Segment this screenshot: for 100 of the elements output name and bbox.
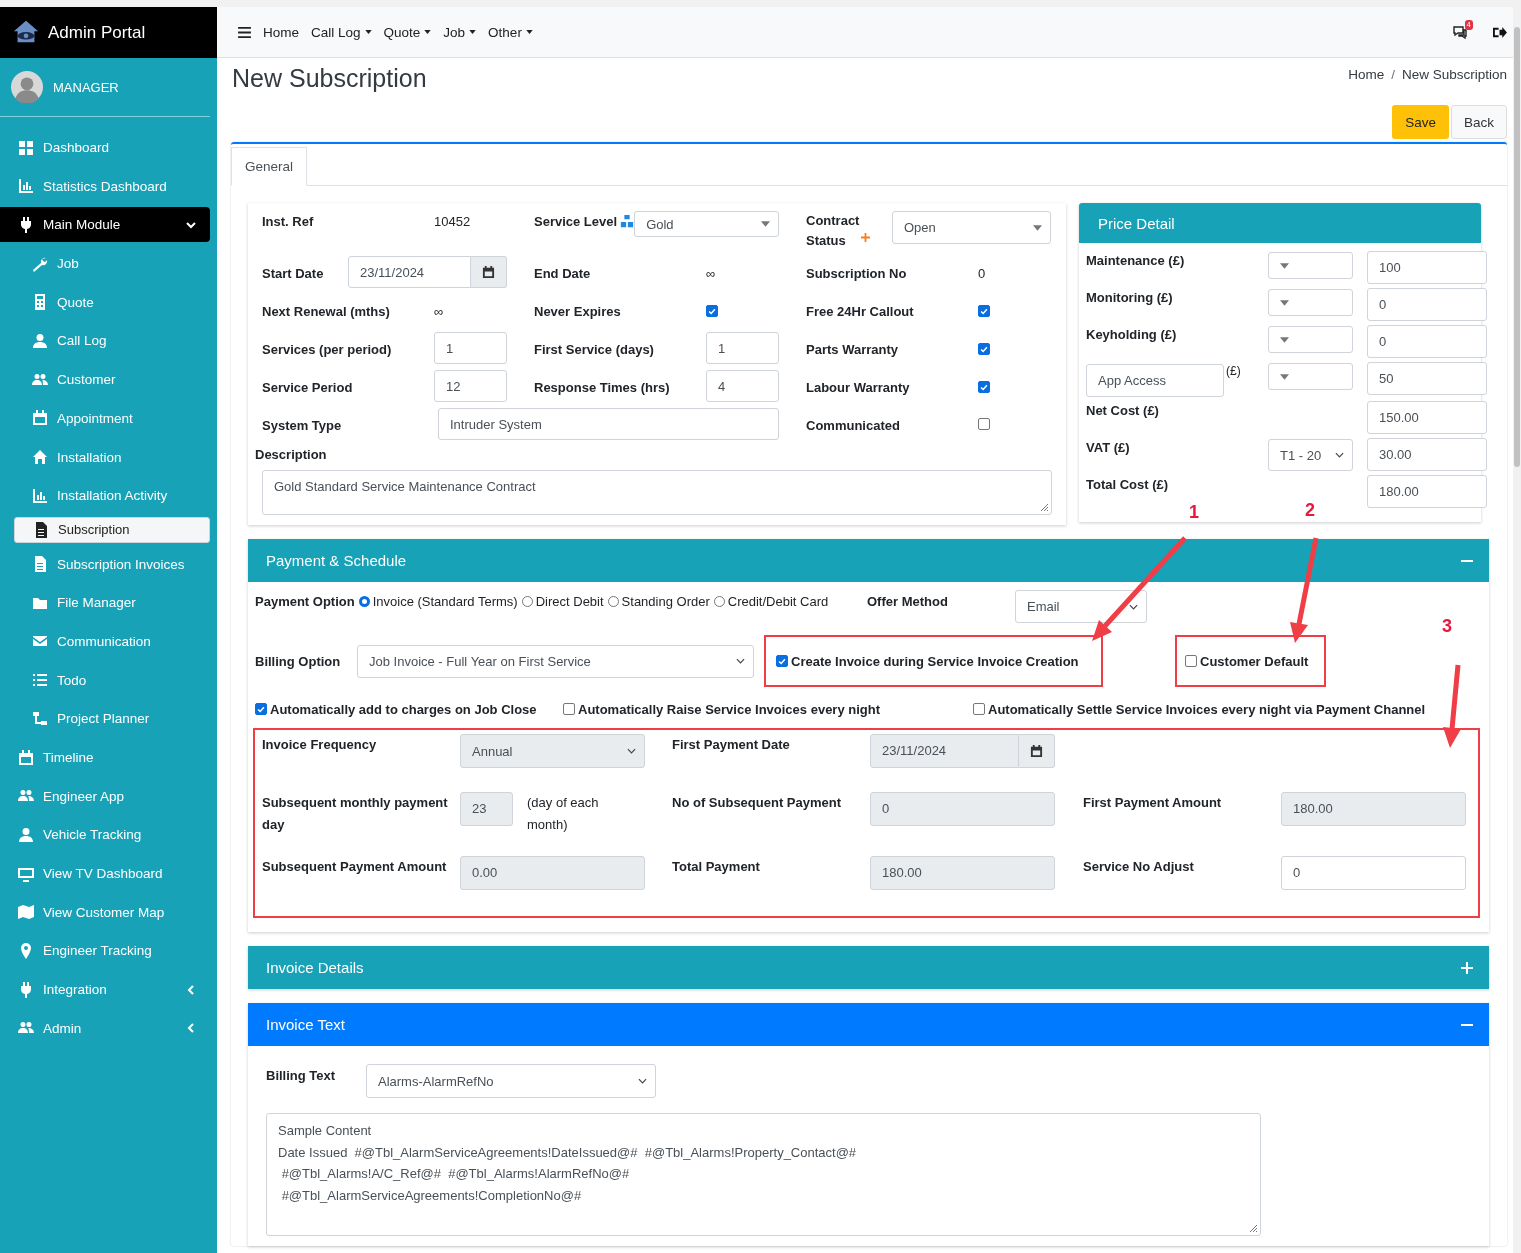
- checkbox[interactable]: [776, 655, 788, 667]
- chat-icon[interactable]: [1452, 24, 1468, 40]
- back-button[interactable]: Back: [1451, 105, 1507, 139]
- dropdown[interactable]: Annual: [460, 734, 645, 768]
- resize-grip-icon[interactable]: [1039, 502, 1049, 512]
- checkbox[interactable]: [978, 381, 990, 393]
- nav-link[interactable]: Call Log: [311, 24, 372, 40]
- breadcrumb-separator: /: [1391, 67, 1395, 82]
- date-field[interactable]: 23/11/2024: [870, 734, 1019, 768]
- person-icon: [18, 826, 34, 843]
- radio-button[interactable]: [358, 596, 370, 607]
- radio-option[interactable]: Credit/Debit Card: [713, 594, 829, 609]
- radio-option[interactable]: Standing Order: [607, 594, 710, 609]
- card-title: Price Detail: [1098, 214, 1175, 232]
- breadcrumb-current: New Subscription: [1401, 67, 1507, 82]
- nav-link[interactable]: Other: [488, 24, 533, 40]
- save-button[interactable]: Save: [1392, 105, 1449, 139]
- caret-icon: [1280, 336, 1289, 343]
- dropdown[interactable]: T1 - 20: [1268, 439, 1353, 471]
- input-field[interactable]: 100: [1367, 251, 1487, 284]
- text-area[interactable]: Gold Standard Service Maintenance Contract: [262, 470, 1052, 515]
- sitemap-icon: [620, 214, 635, 228]
- input-field[interactable]: 150.00: [1367, 401, 1487, 434]
- input-field[interactable]: 1: [434, 332, 507, 364]
- annotation-number: 1: [1189, 502, 1199, 522]
- breadcrumb-link[interactable]: Home: [1348, 67, 1385, 82]
- dropdown[interactable]: Gold: [634, 211, 779, 237]
- chevron-down-icon: [186, 219, 196, 230]
- input-field[interactable]: 0: [1281, 856, 1466, 890]
- input-field[interactable]: 180.00: [1281, 792, 1466, 826]
- plug-icon: [18, 981, 34, 998]
- radio-option[interactable]: Direct Debit: [521, 594, 604, 609]
- checkbox[interactable]: [973, 703, 985, 715]
- resize-grip-icon[interactable]: [1248, 1223, 1258, 1233]
- dropdown[interactable]: Alarms-AlarmRefNo: [366, 1064, 656, 1098]
- checkbox[interactable]: [706, 305, 718, 317]
- panel-header[interactable]: Invoice Text: [248, 1003, 1489, 1046]
- input-field[interactable]: 180.00: [1367, 475, 1487, 508]
- nav-link[interactable]: Job: [443, 24, 477, 40]
- input-field[interactable]: 12: [434, 370, 507, 402]
- sidebar-item[interactable]: Subscription: [14, 516, 210, 543]
- nav-link[interactable]: Quote: [383, 24, 432, 40]
- dropdown[interactable]: Open: [892, 211, 1051, 244]
- input-field[interactable]: 0: [1367, 288, 1487, 321]
- field-label: Parts Warranty: [806, 342, 898, 357]
- document-icon: [32, 556, 48, 573]
- field-label: Service Level: [534, 214, 618, 229]
- bar-chart-icon: [32, 487, 48, 504]
- field-label: Keyholding (£): [1086, 327, 1177, 342]
- input-field[interactable]: 23: [460, 792, 513, 826]
- input-field[interactable]: 30.00: [1367, 438, 1487, 471]
- calendar-button[interactable]: [471, 256, 507, 288]
- dropdown[interactable]: Email: [1015, 590, 1147, 623]
- field-label: VAT (£): [1086, 440, 1130, 455]
- checkbox-option[interactable]: Create Invoice during Service Invoice Creation: [776, 653, 1079, 669]
- dropdown[interactable]: Job Invoice - Full Year on First Service: [357, 644, 754, 678]
- checkbox-option[interactable]: Customer Default: [1185, 653, 1309, 669]
- checkbox[interactable]: [978, 305, 990, 317]
- input-field[interactable]: 180.00: [870, 856, 1055, 890]
- input-field[interactable]: 1: [706, 332, 779, 364]
- calendar-button[interactable]: [1019, 734, 1055, 768]
- logout-icon[interactable]: [1492, 25, 1507, 39]
- checkbox-option[interactable]: Automatically Settle Service Invoices every night via Payment Channel: [973, 701, 1426, 717]
- checkbox[interactable]: [1185, 655, 1197, 667]
- field-label: Response Times (hrs): [534, 380, 670, 395]
- nav-link[interactable]: Home: [263, 24, 299, 40]
- input-field[interactable]: App Access: [1086, 364, 1224, 397]
- radio-option[interactable]: Invoice (Standard Terms): [358, 594, 518, 609]
- sidebar-item[interactable]: Main Module: [0, 207, 210, 243]
- field-label: Free 24Hr Callout: [806, 304, 914, 319]
- input-field[interactable]: 0: [870, 792, 1055, 826]
- input-field[interactable]: 50: [1367, 362, 1487, 395]
- checkbox[interactable]: [978, 418, 990, 430]
- checkbox-option[interactable]: Automatically add to charges on Job Close: [255, 701, 563, 717]
- caret-icon: [1280, 299, 1289, 306]
- input-field[interactable]: 0.00: [460, 856, 645, 890]
- field-value: ∞: [434, 303, 445, 319]
- field-label: Contract Status: [806, 212, 861, 250]
- tab[interactable]: General: [231, 147, 308, 186]
- field-label: Service No Adjust: [1083, 858, 1195, 876]
- field-label: Total Cost (£): [1086, 477, 1169, 492]
- checkbox[interactable]: [563, 703, 575, 715]
- checkbox[interactable]: [255, 703, 267, 715]
- checkbox-option[interactable]: Automatically Raise Service Invoices every night: [563, 701, 973, 717]
- radio-button[interactable]: [521, 596, 533, 607]
- chevron-left-icon: [186, 984, 196, 995]
- calendar-icon: [482, 265, 495, 279]
- radio-button[interactable]: [607, 596, 619, 607]
- input-field[interactable]: 0: [1367, 325, 1487, 358]
- menu-icon[interactable]: [238, 26, 251, 38]
- field-value: 0: [978, 265, 987, 281]
- radio-button[interactable]: [713, 596, 725, 607]
- date-field[interactable]: 23/11/2024: [348, 256, 471, 288]
- input-field[interactable]: Intruder System: [438, 408, 779, 440]
- input-field[interactable]: 4: [706, 370, 779, 402]
- field-label: Billing Text: [266, 1067, 337, 1083]
- field-label: Maintenance (£): [1086, 253, 1185, 268]
- page-title: New Subscription: [232, 64, 427, 93]
- text-area[interactable]: Sample Content Date Issued #@Tbl_AlarmServiceAgreements!DateIssued@# #@Tbl_Alarms!Property_Contact@# #@Tbl_Alarms!A/C_Ref@# #@Tbl_Alarms!AlarmRefNo@# #@Tbl_AlarmServiceAgreements!CompletionNo@#: [266, 1113, 1261, 1236]
- checkbox[interactable]: [978, 343, 990, 355]
